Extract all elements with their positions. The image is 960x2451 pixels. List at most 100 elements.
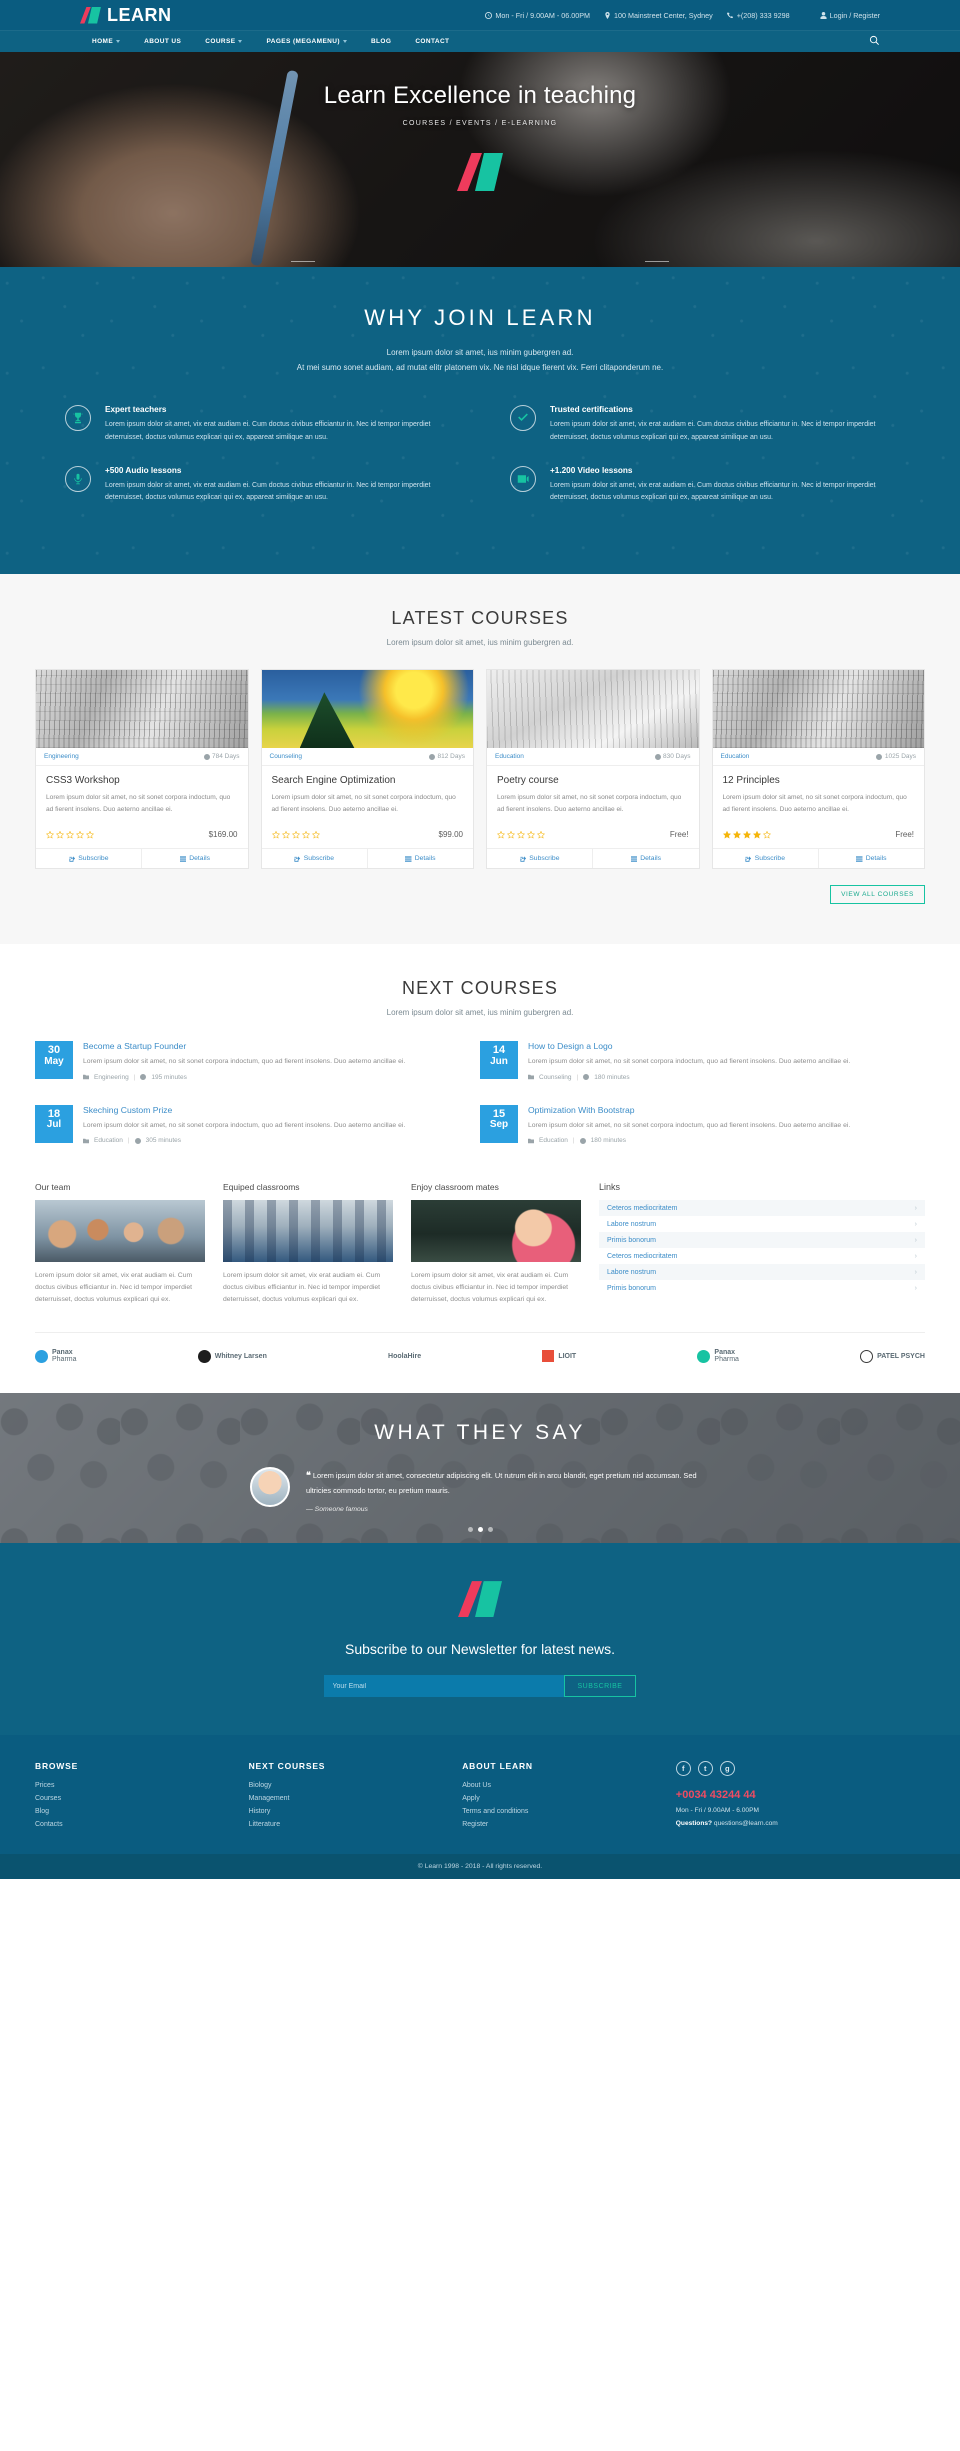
nav-item-contact[interactable]: CONTACT bbox=[403, 38, 461, 45]
course-title[interactable]: Poetry course bbox=[497, 775, 689, 786]
course-title[interactable]: CSS3 Workshop bbox=[46, 775, 238, 786]
course-title[interactable]: 12 Principles bbox=[723, 775, 915, 786]
course-details-button[interactable]: Details bbox=[592, 849, 698, 869]
hero-next-arrow[interactable] bbox=[645, 261, 669, 262]
star-icon bbox=[752, 830, 761, 839]
next-course-title[interactable]: Optimization With Bootstrap bbox=[528, 1105, 850, 1115]
logo-text: LEARN bbox=[107, 4, 172, 25]
footer-link[interactable]: Terms and conditions bbox=[462, 1808, 676, 1815]
footer-link[interactable]: Register bbox=[462, 1821, 676, 1828]
brand-logo[interactable]: LIOIT bbox=[542, 1350, 577, 1363]
nav-item-about-us[interactable]: ABOUT US bbox=[132, 38, 193, 45]
search-icon[interactable] bbox=[869, 33, 880, 51]
clock-icon bbox=[203, 753, 210, 760]
next-course-title[interactable]: Skeching Custom Prize bbox=[83, 1105, 405, 1115]
hero-prev-arrow[interactable] bbox=[291, 261, 315, 262]
footer-link[interactable]: Apply bbox=[462, 1795, 676, 1802]
course-card[interactable]: Counseling 812 Days Search Engine Optimi… bbox=[260, 669, 474, 870]
footer-link[interactable]: Litterature bbox=[249, 1821, 463, 1828]
clock-icon bbox=[140, 1074, 147, 1081]
links-column: Links Ceteros mediocritatem › Labore nos… bbox=[599, 1182, 925, 1306]
newsletter-subscribe-button[interactable]: SUBSCRIBE bbox=[563, 1675, 637, 1698]
footer-link[interactable]: Prices bbox=[35, 1782, 249, 1789]
footer-link[interactable]: Biology bbox=[249, 1782, 463, 1789]
team-column-title: Enjoy classroom mates bbox=[411, 1182, 499, 1193]
footer-link[interactable]: Blog bbox=[35, 1808, 249, 1815]
footer-link[interactable]: Contacts bbox=[35, 1821, 249, 1828]
nav-item-blog[interactable]: BLOG bbox=[359, 38, 403, 45]
topbar-phone[interactable]: +(208) 333 9298 bbox=[726, 11, 790, 20]
testimonial-dot[interactable] bbox=[487, 1527, 493, 1533]
brand-logo[interactable]: Panax Pharma bbox=[697, 1349, 739, 1363]
course-thumbnail bbox=[487, 670, 699, 749]
links-item[interactable]: Labore nostrum › bbox=[599, 1264, 925, 1281]
share-icon bbox=[294, 856, 301, 862]
course-subscribe-button[interactable]: Subscribe bbox=[262, 849, 367, 868]
footer-contact-column: f t g +0034 43244 44 Mon - Fri / 9.00AM … bbox=[675, 1761, 890, 1834]
course-card[interactable]: Education 830 Days Poetry course Lorem i… bbox=[486, 669, 700, 870]
site-logo[interactable]: LEARN bbox=[80, 5, 172, 26]
next-course-item[interactable]: 30 May Become a Startup Founder Lorem ip… bbox=[35, 1041, 480, 1105]
nav-item-pages[interactable]: PAGES (MEGAMENU) bbox=[254, 38, 358, 45]
next-course-title[interactable]: How to Design a Logo bbox=[528, 1041, 850, 1051]
footer-link[interactable]: Management bbox=[249, 1795, 463, 1802]
course-details-button[interactable]: Details bbox=[366, 849, 473, 869]
feature-item: +1.200 Video lessons Lorem ipsum dolor s… bbox=[480, 465, 925, 527]
course-category[interactable]: Education bbox=[721, 753, 750, 760]
course-category[interactable]: Engineering bbox=[44, 753, 79, 760]
next-course-item[interactable]: 18 Jul Skeching Custom Prize Lorem ipsum… bbox=[35, 1104, 480, 1169]
course-subscribe-button[interactable]: Subscribe bbox=[487, 849, 592, 868]
testimonials-title: WHAT THEY SAY bbox=[374, 1421, 586, 1445]
feature-text: Lorem ipsum dolor sit amet, vix erat aud… bbox=[105, 421, 431, 441]
next-course-item[interactable]: 14 Jun How to Design a Logo Lorem ipsum … bbox=[480, 1041, 925, 1105]
course-details-button[interactable]: Details bbox=[141, 849, 247, 869]
facebook-icon[interactable]: f bbox=[675, 1761, 691, 1777]
links-title: Links bbox=[599, 1182, 621, 1193]
folder-icon bbox=[83, 1138, 89, 1144]
links-item[interactable]: Ceteros mediocritatem › bbox=[599, 1248, 925, 1264]
nav-item-course[interactable]: COURSE bbox=[193, 38, 254, 45]
course-card[interactable]: Education 1025 Days 12 Principles Lorem … bbox=[711, 669, 925, 870]
footer-link[interactable]: Courses bbox=[35, 1795, 249, 1802]
footer-link[interactable]: History bbox=[249, 1808, 463, 1815]
clock-icon bbox=[876, 753, 883, 760]
links-item[interactable]: Primis bonorum › bbox=[599, 1232, 925, 1249]
brand-logo[interactable]: PATEL PSYCH bbox=[860, 1349, 925, 1363]
nav-item-home[interactable]: HOME bbox=[80, 38, 132, 45]
course-card[interactable]: Engineering 784 Days CSS3 Workshop Lorem… bbox=[35, 669, 249, 870]
team-photo bbox=[35, 1200, 205, 1263]
course-price: $169.00 bbox=[208, 830, 238, 840]
testimonial-dot-active[interactable] bbox=[477, 1527, 483, 1533]
list-icon bbox=[630, 856, 638, 862]
footer-link[interactable]: About Us bbox=[462, 1782, 676, 1789]
links-item[interactable]: Ceteros mediocritatem › bbox=[599, 1200, 925, 1217]
view-all-courses-button[interactable]: VIEW ALL COURSES bbox=[830, 885, 925, 905]
share-icon bbox=[69, 856, 75, 862]
twitter-icon[interactable]: t bbox=[697, 1761, 713, 1777]
google-plus-icon[interactable]: g bbox=[719, 1761, 735, 1777]
brand-logo[interactable]: HoolaHire bbox=[388, 1353, 421, 1360]
links-item-label: Ceteros mediocritatem bbox=[607, 1204, 678, 1212]
links-item[interactable]: Primis bonorum › bbox=[599, 1280, 925, 1296]
login-register-link[interactable]: Login / Register bbox=[820, 11, 880, 20]
newsletter-section: Subscribe to our Newsletter for latest n… bbox=[0, 1543, 960, 1736]
course-details-button[interactable]: Details bbox=[817, 849, 924, 869]
course-title[interactable]: Search Engine Optimization bbox=[272, 775, 464, 786]
footer-hours: Mon - Fri / 9.00AM - 6.00PM bbox=[675, 1807, 759, 1815]
next-course-item[interactable]: 15 Sep Optimization With Bootstrap Lorem… bbox=[480, 1104, 925, 1169]
course-subscribe-button[interactable]: Subscribe bbox=[36, 849, 141, 868]
chevron-down-icon bbox=[238, 40, 243, 43]
course-category[interactable]: Counseling bbox=[270, 753, 303, 760]
brand-logo[interactable]: Whitney Larsen bbox=[197, 1349, 267, 1363]
feature-title: Expert teachers bbox=[105, 405, 167, 415]
links-item[interactable]: Labore nostrum › bbox=[599, 1216, 925, 1232]
brand-logo-strip: Panax Pharma Whitney Larsen HoolaHire LIOIT P… bbox=[35, 1332, 925, 1383]
feature-item: Expert teachers Lorem ipsum dolor sit am… bbox=[35, 405, 480, 466]
testimonial-dot[interactable] bbox=[467, 1527, 473, 1533]
course-category[interactable]: Education bbox=[495, 753, 524, 760]
course-subscribe-button[interactable]: Subscribe bbox=[713, 849, 818, 868]
brand-name: LIOIT bbox=[558, 1352, 577, 1360]
brand-logo[interactable]: Panax Pharma bbox=[35, 1349, 77, 1363]
next-course-title[interactable]: Become a Startup Founder bbox=[83, 1041, 405, 1051]
newsletter-email-input[interactable] bbox=[323, 1675, 564, 1698]
